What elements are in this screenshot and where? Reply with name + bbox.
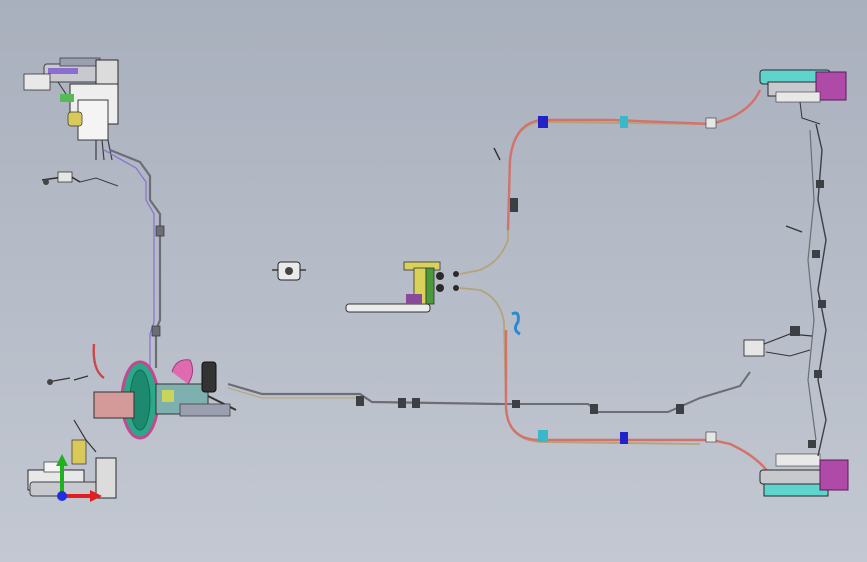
front-right-hub[interactable] [95,457,117,499]
line-clip [155,225,165,237]
brake-valve-component[interactable] [272,261,306,281]
cad-viewport[interactable] [0,0,867,562]
front-left-abs-sensor[interactable] [41,171,119,187]
main-brake-line-lower[interactable] [500,371,751,413]
rear-left-brake-hose[interactable] [506,89,762,231]
brake-system-assembly[interactable] [0,0,867,562]
hose-clip-set [493,116,717,444]
handbrake-cable-upper[interactable] [459,121,701,275]
handbrake-cable-lower[interactable] [459,287,701,445]
brake-booster-master-cylinder[interactable] [47,343,237,440]
rear-right-caliper[interactable] [819,459,849,491]
rear-right-brake-hose[interactable] [504,330,769,473]
rear-left-brake-assembly[interactable] [759,69,847,125]
rear-harness-clips [785,180,826,448]
brake-pedal[interactable] [201,361,217,393]
rear-valve-block[interactable] [743,326,813,357]
handbrake-lever-assembly[interactable] [345,261,444,313]
rear-right-brake-assembly[interactable] [759,453,849,497]
line-clip [151,325,161,337]
rear-left-caliper[interactable] [815,71,847,101]
front-left-brake-assembly[interactable] [23,57,119,161]
rear-abs-harness[interactable] [815,123,827,457]
handbrake-lever[interactable] [345,303,431,313]
front-right-brake-assembly[interactable] [27,419,117,499]
